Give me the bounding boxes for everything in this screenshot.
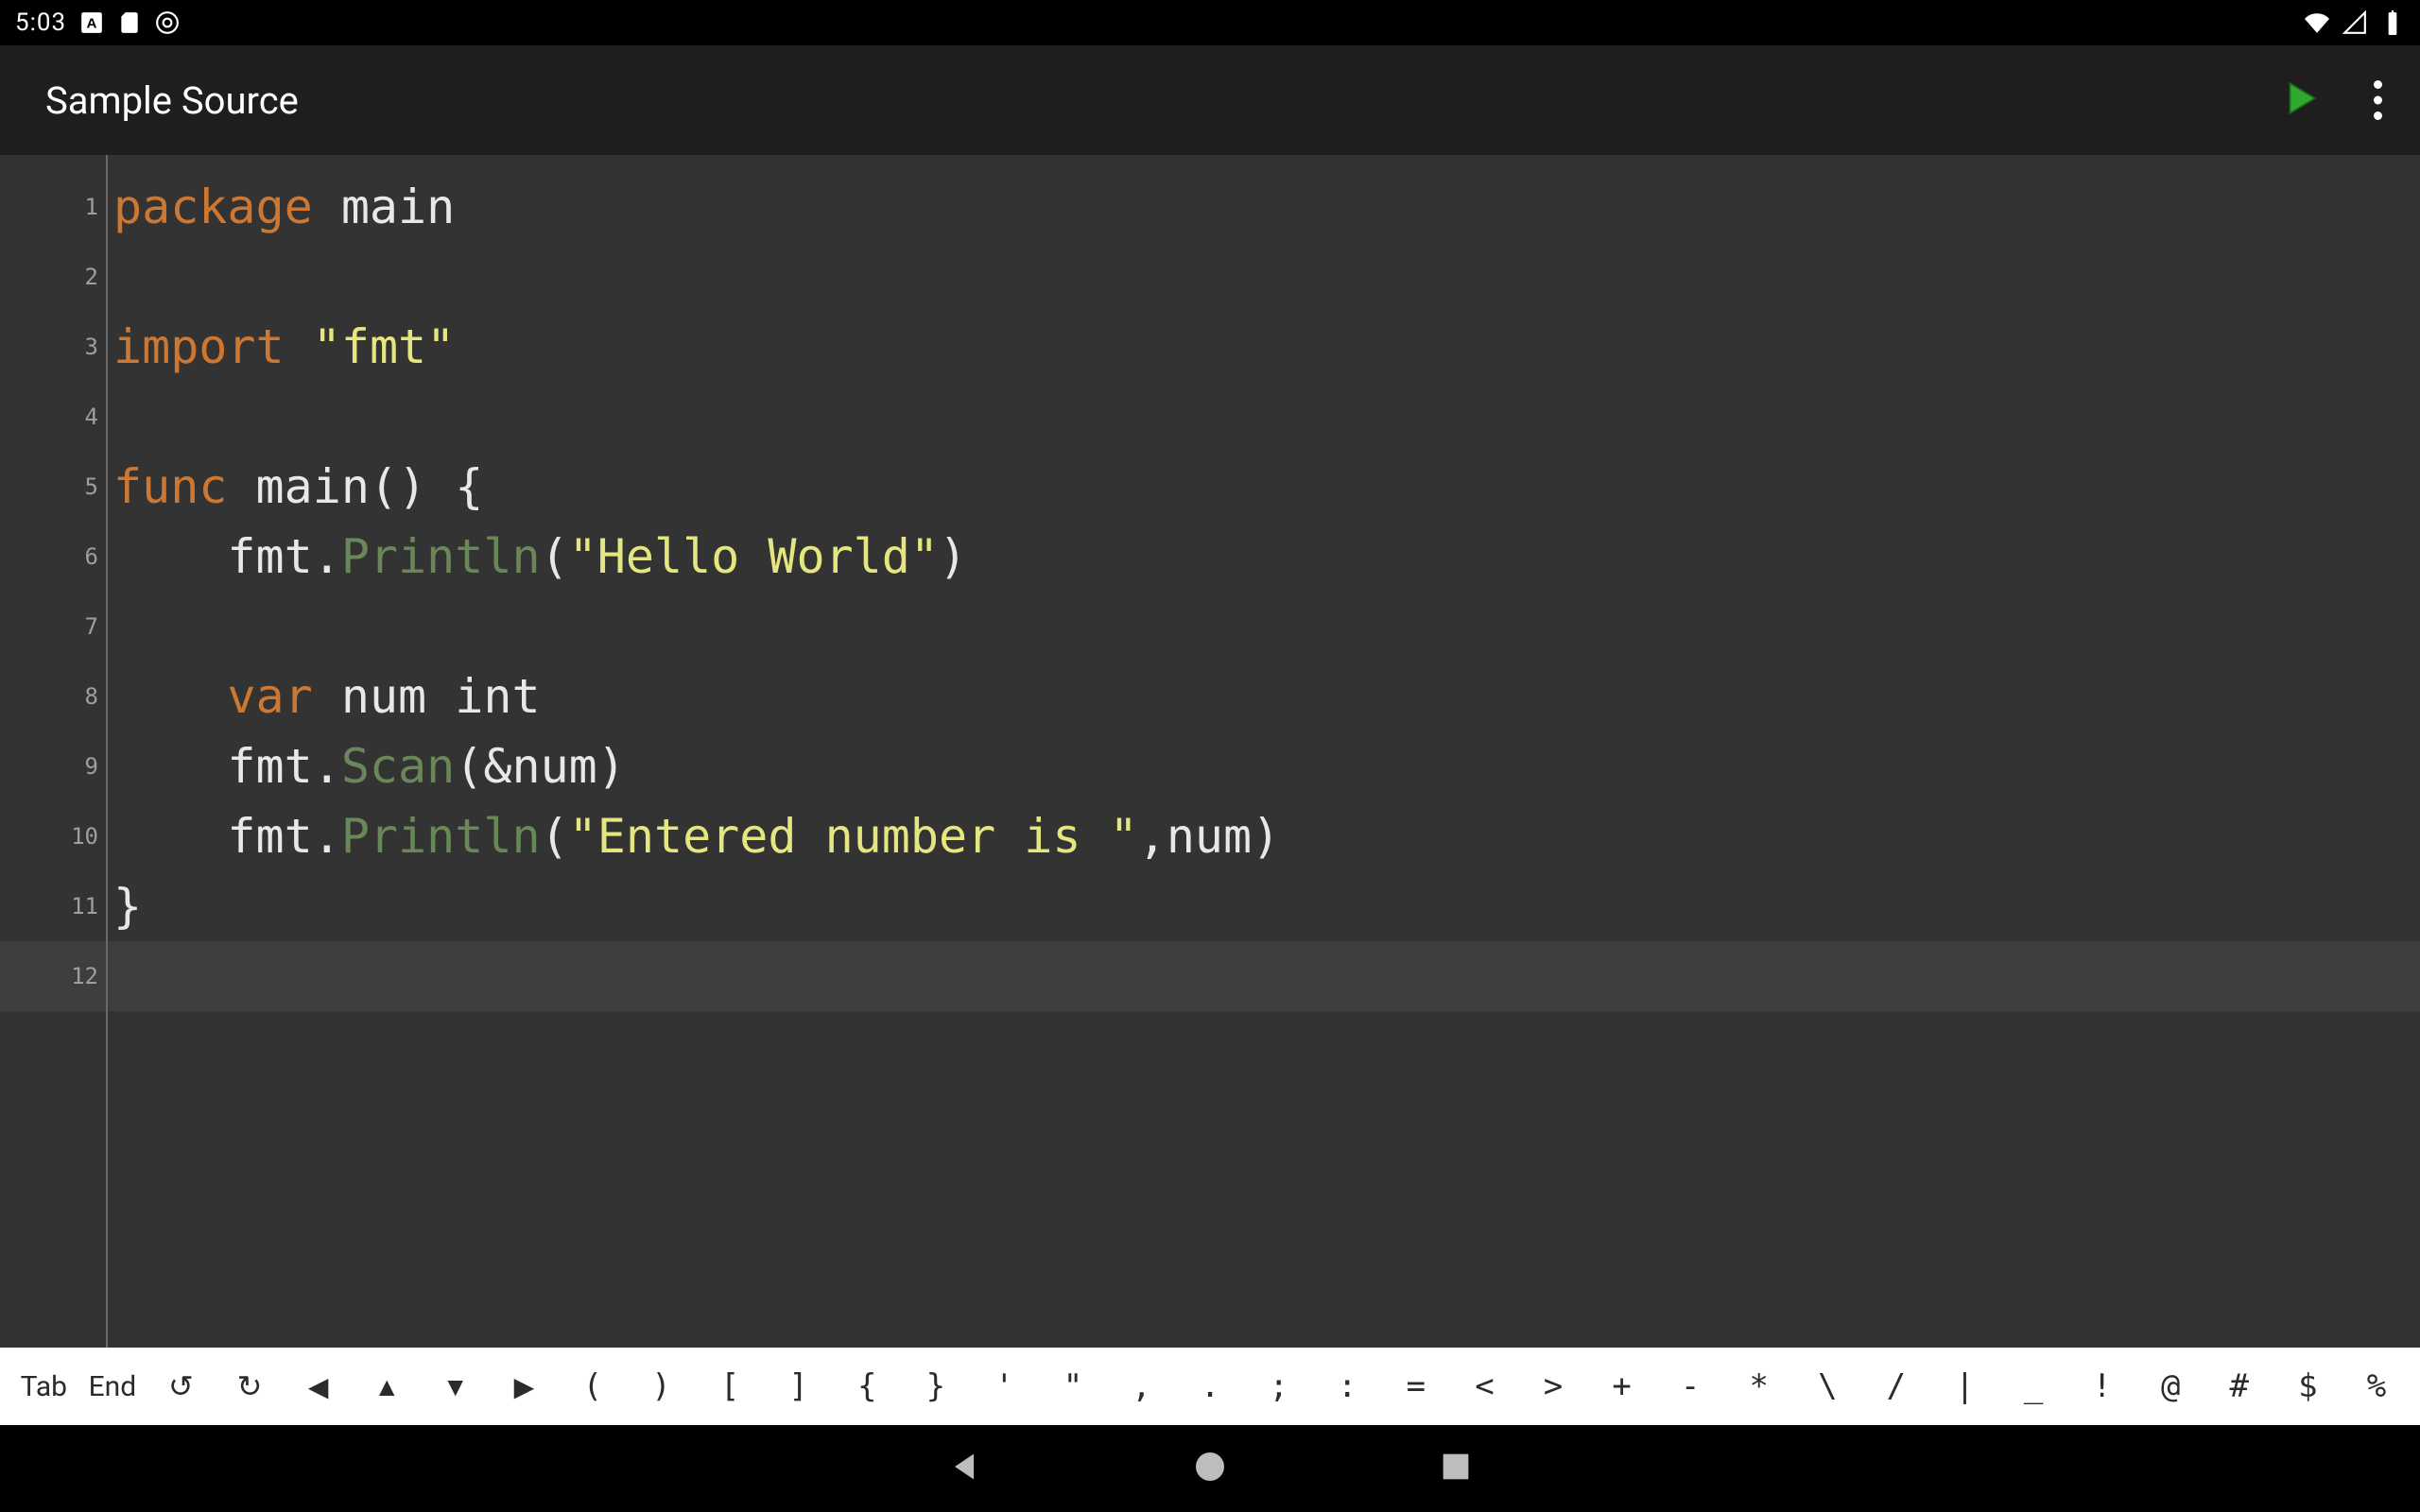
sym-key-squote[interactable]: ': [970, 1367, 1039, 1405]
android-status-bar: 5:03 A: [0, 0, 2420, 45]
line-number: 3: [0, 312, 106, 382]
sym-key-right[interactable]: ▶: [490, 1368, 559, 1404]
sym-key-star[interactable]: *: [1724, 1367, 1793, 1405]
sym-key-left[interactable]: ◀: [284, 1368, 353, 1404]
code-line[interactable]: [108, 242, 2420, 312]
sym-key-lbracket[interactable]: [: [696, 1367, 765, 1405]
sym-key-plus[interactable]: +: [1587, 1367, 1656, 1405]
wifi-icon: [2305, 10, 2329, 35]
nav-back-button[interactable]: [945, 1448, 983, 1489]
code-line[interactable]: func main() {: [108, 452, 2420, 522]
sym-key-dquote[interactable]: ": [1039, 1367, 1108, 1405]
nav-recents-button[interactable]: [1437, 1448, 1475, 1489]
dnd-icon: [155, 10, 180, 35]
sym-key-end[interactable]: End: [78, 1370, 147, 1403]
sym-key-bang[interactable]: !: [2067, 1367, 2136, 1405]
sym-key-colon[interactable]: :: [1313, 1367, 1382, 1405]
line-number: 5: [0, 452, 106, 522]
line-number: 8: [0, 662, 106, 731]
sym-key-gt[interactable]: >: [1519, 1367, 1588, 1405]
code-line[interactable]: fmt.Println("Hello World"): [108, 522, 2420, 592]
sym-key-lt[interactable]: <: [1450, 1367, 1519, 1405]
sym-key-comma[interactable]: ,: [1107, 1367, 1176, 1405]
line-number: 4: [0, 382, 106, 452]
line-number: 10: [0, 801, 106, 871]
sym-key-up[interactable]: ▲: [353, 1368, 422, 1404]
sym-key-redo[interactable]: ↻: [216, 1368, 285, 1404]
page-title: Sample Source: [45, 78, 299, 123]
sym-key-at[interactable]: @: [2136, 1367, 2205, 1405]
code-line[interactable]: fmt.Println("Entered number is ",num): [108, 801, 2420, 871]
code-line[interactable]: var num int: [108, 662, 2420, 731]
code-area[interactable]: package main import "fmt" func main() { fm…: [108, 155, 2420, 1348]
status-time: 5:03: [15, 9, 66, 37]
code-line[interactable]: [108, 592, 2420, 662]
overflow-menu-button[interactable]: [2358, 80, 2397, 120]
line-number-gutter: 123456789101112: [0, 155, 108, 1348]
line-number: 1: [0, 172, 106, 242]
sym-key-rbrace[interactable]: }: [902, 1367, 971, 1405]
line-number: 12: [0, 941, 106, 1011]
run-button[interactable]: [2280, 78, 2320, 122]
sym-key-lbrace[interactable]: {: [833, 1367, 902, 1405]
sym-key-percent[interactable]: %: [2342, 1367, 2411, 1405]
android-nav-bar: [0, 1425, 2420, 1512]
sym-key-undo[interactable]: ↺: [147, 1368, 216, 1404]
sym-key-underscore[interactable]: _: [1999, 1367, 2068, 1405]
sym-key-semicolon[interactable]: ;: [1244, 1367, 1313, 1405]
code-line[interactable]: [108, 382, 2420, 452]
sym-key-tab[interactable]: Tab: [9, 1370, 78, 1403]
sym-key-rbracket[interactable]: ]: [764, 1367, 833, 1405]
sym-key-dollar[interactable]: $: [2273, 1367, 2342, 1405]
play-icon: [2280, 78, 2320, 118]
code-line[interactable]: import "fmt": [108, 312, 2420, 382]
sdcard-icon: [117, 10, 142, 35]
triangle-back-icon: [945, 1448, 983, 1486]
circle-home-icon: [1191, 1448, 1229, 1486]
sym-key-rparen[interactable]: ): [627, 1367, 696, 1405]
nav-home-button[interactable]: [1191, 1448, 1229, 1489]
sym-key-down[interactable]: ▼: [421, 1368, 490, 1404]
battery-icon: [2380, 10, 2405, 35]
code-line[interactable]: }: [108, 871, 2420, 941]
square-recents-icon: [1437, 1448, 1475, 1486]
symbol-toolbar: TabEnd↺↻◀▲▼▶()[]{}'",.;:=<>+-*\/|_!@#$%: [0, 1348, 2420, 1425]
cell-signal-icon: [2342, 10, 2367, 35]
sym-key-slash[interactable]: /: [1862, 1367, 1931, 1405]
sym-key-pipe[interactable]: |: [1930, 1367, 1999, 1405]
sym-key-hash[interactable]: #: [2205, 1367, 2274, 1405]
app-bar: Sample Source: [0, 45, 2420, 155]
kebab-icon: [2374, 80, 2382, 120]
line-number: 11: [0, 871, 106, 941]
code-line[interactable]: [108, 941, 2420, 1011]
sym-key-minus[interactable]: -: [1656, 1367, 1725, 1405]
code-line[interactable]: package main: [108, 172, 2420, 242]
line-number: 7: [0, 592, 106, 662]
sym-key-backslash[interactable]: \: [1793, 1367, 1862, 1405]
code-editor[interactable]: 123456789101112 package mainimport "fmt"…: [0, 155, 2420, 1348]
line-number: 9: [0, 731, 106, 801]
svg-text:A: A: [87, 15, 97, 31]
sym-key-equals[interactable]: =: [1382, 1367, 1451, 1405]
sym-key-lparen[interactable]: (: [559, 1367, 628, 1405]
line-number: 6: [0, 522, 106, 592]
keyboard-icon: A: [79, 10, 104, 35]
line-number: 2: [0, 242, 106, 312]
sym-key-period[interactable]: .: [1176, 1367, 1245, 1405]
code-line[interactable]: fmt.Scan(&num): [108, 731, 2420, 801]
